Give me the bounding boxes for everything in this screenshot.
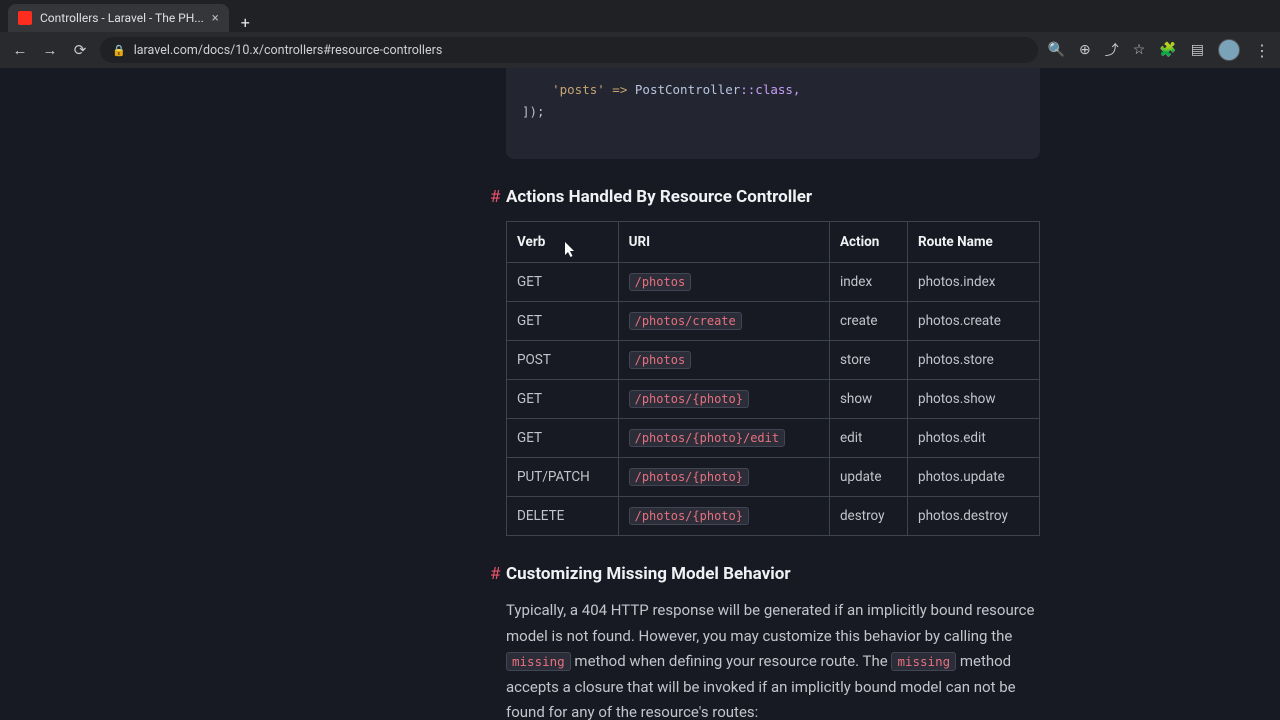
side-panel-icon[interactable]: ▤ — [1191, 42, 1204, 58]
browser-tab[interactable]: Controllers - Laravel - The PH... × — [8, 4, 229, 32]
cell-verb: GET — [507, 263, 619, 302]
uri-code: /photos — [629, 351, 692, 369]
main-column: 'posts' => PostController::class, ]); # … — [506, 68, 1040, 720]
zoom-icon[interactable]: ⊕ — [1079, 42, 1091, 58]
cell-action: store — [829, 341, 907, 380]
tab-strip: Controllers - Laravel - The PH... × + — [0, 0, 1280, 32]
cell-verb: GET — [507, 419, 619, 458]
cell-route: photos.destroy — [908, 497, 1040, 536]
cell-verb: GET — [507, 380, 619, 419]
back-button[interactable]: ← — [10, 40, 30, 60]
uri-code: /photos/{photo} — [629, 390, 749, 408]
page-viewport[interactable]: 'posts' => PostController::class, ]); # … — [0, 68, 1280, 720]
cell-uri: /photos/{photo} — [618, 380, 829, 419]
page-content: 'posts' => PostController::class, ]); # … — [0, 68, 1280, 720]
th-route: Route Name — [908, 222, 1040, 263]
uri-code: /photos/{photo}/edit — [629, 429, 786, 447]
cell-route: photos.store — [908, 341, 1040, 380]
url-bar[interactable]: 🔒 laravel.com/docs/10.x/controllers#reso… — [100, 37, 1038, 63]
share-icon[interactable]: ⤴ — [1105, 40, 1119, 60]
cell-action: index — [829, 263, 907, 302]
cell-uri: /photos — [618, 263, 829, 302]
table-row: GET/photos/create createphotos.create — [507, 302, 1040, 341]
cell-route: photos.show — [908, 380, 1040, 419]
th-uri: URI — [618, 222, 829, 263]
table-row: GET/photos/{photo} showphotos.show — [507, 380, 1040, 419]
cell-verb: PUT/PATCH — [507, 458, 619, 497]
th-action: Action — [829, 222, 907, 263]
cell-uri: /photos — [618, 341, 829, 380]
url-text: laravel.com/docs/10.x/controllers#resour… — [134, 43, 443, 58]
anchor-hash-icon[interactable]: # — [490, 564, 500, 584]
search-icon[interactable]: 🔍 — [1048, 42, 1065, 58]
browser-chrome: Controllers - Laravel - The PH... × + ← … — [0, 0, 1280, 69]
uri-code: /photos — [629, 273, 692, 291]
cell-uri: /photos/{photo}/edit — [618, 419, 829, 458]
close-tab-icon[interactable]: × — [212, 11, 219, 26]
uri-code: /photos/{photo} — [629, 468, 749, 486]
lock-icon: 🔒 — [112, 44, 126, 57]
cell-route: photos.index — [908, 263, 1040, 302]
resource-actions-table: Verb URI Action Route Name GET/photos ind… — [506, 221, 1040, 536]
cell-action: show — [829, 380, 907, 419]
table-row: DELETE/photos/{photo} destroyphotos.destr… — [507, 497, 1040, 536]
cell-uri: /photos/{photo} — [618, 458, 829, 497]
anchor-hash-icon[interactable]: # — [490, 187, 500, 207]
uri-code: /photos/create — [629, 312, 742, 330]
bookmark-icon[interactable]: ☆ — [1133, 42, 1146, 58]
forward-button[interactable]: → — [40, 40, 60, 60]
table-row: GET/photos/{photo}/edit editphotos.edit — [507, 419, 1040, 458]
table-header-row: Verb URI Action Route Name — [507, 222, 1040, 263]
profile-avatar[interactable] — [1218, 39, 1240, 61]
cell-action: create — [829, 302, 907, 341]
browser-toolbar: ← → ⟳ 🔒 laravel.com/docs/10.x/controller… — [0, 32, 1280, 68]
cell-action: destroy — [829, 497, 907, 536]
table-row: PUT/PATCH/photos/{photo} updatephotos.upd… — [507, 458, 1040, 497]
code-block-top: 'posts' => PostController::class, ]); — [506, 68, 1040, 159]
extensions-icon[interactable]: 🧩 — [1159, 42, 1176, 58]
toolbar-icons: 🔍 ⊕ ⤴ ☆ 🧩 ▤ ⋮ — [1048, 39, 1270, 61]
inline-code-missing: missing — [891, 652, 956, 671]
section-heading-actions: # Actions Handled By Resource Controller — [506, 187, 1040, 207]
cell-action: edit — [829, 419, 907, 458]
th-verb: Verb — [507, 222, 619, 263]
new-tab-button[interactable]: + — [233, 13, 258, 32]
cell-action: update — [829, 458, 907, 497]
code-line: 'posts' => PostController::class, — [522, 82, 800, 97]
cell-uri: /photos/{photo} — [618, 497, 829, 536]
table-row: GET/photos indexphotos.index — [507, 263, 1040, 302]
favicon-icon — [18, 11, 32, 25]
body-paragraph: Typically, a 404 HTTP response will be g… — [506, 598, 1040, 720]
cell-verb: GET — [507, 302, 619, 341]
cell-route: photos.edit — [908, 419, 1040, 458]
uri-code: /photos/{photo} — [629, 507, 749, 525]
reload-button[interactable]: ⟳ — [70, 40, 90, 60]
section-heading-customize: # Customizing Missing Model Behavior — [506, 564, 1040, 584]
cell-route: photos.update — [908, 458, 1040, 497]
cell-uri: /photos/create — [618, 302, 829, 341]
cell-verb: DELETE — [507, 497, 619, 536]
cell-verb: POST — [507, 341, 619, 380]
code-line: ]); — [522, 104, 545, 119]
menu-icon[interactable]: ⋮ — [1254, 41, 1270, 60]
inline-code-missing: missing — [506, 652, 571, 671]
cell-route: photos.create — [908, 302, 1040, 341]
table-row: POST/photos storephotos.store — [507, 341, 1040, 380]
tab-title: Controllers - Laravel - The PH... — [40, 11, 204, 25]
